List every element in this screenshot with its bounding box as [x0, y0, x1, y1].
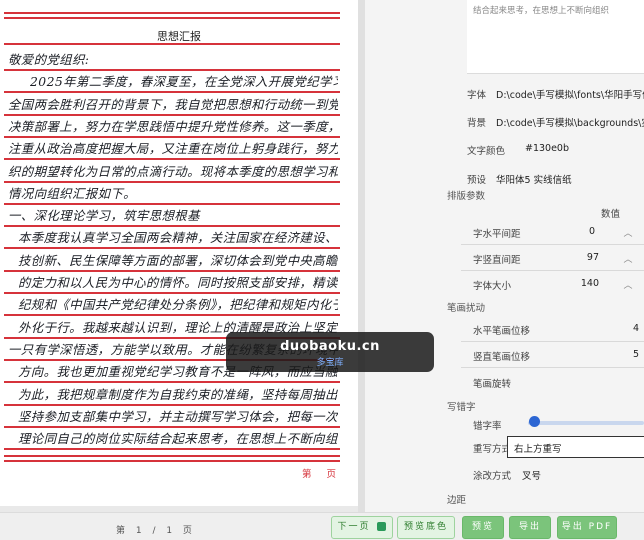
- preview-button[interactable]: 预览: [462, 516, 504, 539]
- rule-line: [4, 12, 340, 14]
- font-path-field[interactable]: D:\code\手写模拟\fonts\华阳手写体.ttf: [496, 87, 644, 101]
- rule-line: [4, 403, 340, 406]
- typo-rate-slider-thumb[interactable]: [528, 416, 540, 427]
- rule-line: [4, 202, 340, 205]
- export-pdf-button[interactable]: 导出 PDF: [557, 516, 617, 539]
- overwrite-select[interactable]: 右上方重写: [507, 436, 644, 458]
- text-input-area[interactable]: 结合起来思考，在思想上不断向组织: [467, 0, 644, 74]
- rule-line: [4, 381, 340, 384]
- export-button[interactable]: 导出: [509, 516, 551, 539]
- bottom-toolbar: 第 1 / 1 页 下一页 预览底色 预览 导出 导出 PDF: [0, 512, 644, 540]
- handwritten-line: 2025年第二季度，春深夏至，在全党深入开展党纪学习教育、: [30, 74, 338, 90]
- handwritten-line: 纪规和《中国共产党纪律处分条例》，把纪律和规矩内化于心、: [18, 297, 338, 313]
- layout-section-title: 排版参数: [447, 191, 486, 202]
- divider: [461, 270, 644, 271]
- preset-select[interactable]: 华阳体5 实线信纸: [496, 172, 572, 186]
- divider: [461, 367, 644, 368]
- next-arrow-icon: [377, 522, 387, 531]
- handwritten-line: 情况向组织汇报如下。: [8, 185, 136, 201]
- rule-line: [4, 455, 340, 457]
- page-indicator: 第 1 / 1 页: [116, 526, 196, 536]
- rule-line: [4, 269, 340, 272]
- rule-line: [4, 43, 340, 45]
- rule-line: [4, 91, 340, 94]
- typo-rate-label: 错字率: [473, 421, 502, 432]
- h-offset-label: 水平笔画位移: [473, 326, 531, 337]
- text-color-field[interactable]: #130e0b: [525, 143, 569, 154]
- v-spacing-input[interactable]: 97: [569, 252, 599, 263]
- handwritten-line: 织的期望转化为日常的点滴行动。现将本季度的思想学习和工作: [8, 163, 338, 179]
- background-label: 背景: [467, 118, 487, 129]
- typo-rate-slider-track[interactable]: [528, 421, 644, 425]
- background-path-field[interactable]: D:\code\手写模拟\backgrounds\实线信纸.png: [496, 115, 644, 129]
- preset-label: 预设: [467, 175, 487, 186]
- divider: [461, 341, 644, 342]
- handwritten-line: 全国两会胜利召开的背景下，我自觉把思想和行动统一到党中央: [8, 96, 338, 112]
- font-size-label: 字体大小: [473, 281, 512, 292]
- v-offset-label: 竖直笔画位移: [473, 352, 531, 363]
- font-label: 字体: [467, 90, 487, 101]
- handwritten-line: 的定力和以人民为中心的情怀。同时按照支部安排，精读学习党: [18, 275, 338, 290]
- chevron-up-icon[interactable]: ︿: [622, 252, 634, 265]
- preview-background-button[interactable]: 预览底色: [397, 516, 455, 539]
- chevron-up-icon[interactable]: ︿: [622, 226, 634, 239]
- handwritten-line: 为此，我把规章制度作为自我约束的准绳，坚持每周抽出时间: [18, 386, 338, 402]
- h-offset-input[interactable]: 4: [609, 323, 639, 334]
- rule-line: [4, 17, 340, 19]
- watermark-subtext: 多宝库: [316, 358, 344, 368]
- rule-line: [4, 113, 340, 116]
- typo-section-title: 写错字: [447, 402, 476, 413]
- strike-label: 涂改方式: [473, 471, 512, 482]
- next-page-button[interactable]: 下一页: [331, 516, 393, 539]
- rule-line: [4, 292, 340, 294]
- handwritten-line: 注重从政治高度把握大局，又注重在岗位上躬身践行，努力把组: [8, 141, 338, 157]
- handwritten-line: 敬爱的党组织:: [8, 52, 90, 67]
- rule-line: [4, 180, 340, 183]
- text-input-content: 结合起来思考，在思想上不断向组织: [473, 6, 610, 16]
- paper-title: 思想汇报: [157, 30, 201, 43]
- rule-line: [4, 460, 340, 462]
- chevron-up-icon[interactable]: ︿: [622, 278, 634, 291]
- preview-pane: 思想汇报 敬爱的党组织: 2025年第二季度，春深夏至，在全党深入开展党纪学习教育…: [0, 0, 365, 512]
- value-column-header: 数值: [601, 209, 621, 220]
- rule-line: [4, 69, 340, 71]
- handwritten-line: 技创新、民生保障等方面的部署，深切体会到党中央高瞻远瞩: [18, 252, 338, 268]
- rule-line: [4, 158, 340, 161]
- overwrite-label: 重写方式: [473, 444, 512, 455]
- app-window: 思想汇报 敬爱的党组织: 2025年第二季度，春深夏至，在全党深入开展党纪学习教育…: [0, 0, 644, 540]
- rule-line: [4, 135, 340, 138]
- divider: [461, 244, 644, 245]
- text-color-label: 文字颜色: [467, 146, 506, 157]
- rotation-label: 笔画旋转: [473, 379, 512, 390]
- handwritten-line: 一、深化理论学习，筑牢思想根基: [8, 208, 200, 224]
- v-spacing-label: 字竖直间距: [473, 255, 521, 266]
- rule-line: [4, 314, 340, 317]
- handwritten-line: 坚持参加支部集中学习，并主动撰写学习体会，把每一次学习: [18, 408, 338, 424]
- preview-scrollbar[interactable]: [358, 0, 365, 512]
- font-size-input[interactable]: 140: [569, 278, 599, 289]
- handwritten-line: 理论同自己的岗位实际结合起来思考，在思想上不断向组织靠拢。: [18, 431, 338, 447]
- rule-line: [4, 448, 340, 451]
- strike-select[interactable]: 叉号: [522, 468, 541, 482]
- next-page-label: 下一页: [337, 522, 371, 532]
- rule-line: [4, 225, 340, 228]
- margin-section-title: 边距: [447, 495, 467, 506]
- paper-preview: 思想汇报 敬爱的党组织: 2025年第二季度，春深夏至，在全党深入开展党纪学习教育…: [0, 0, 358, 506]
- rule-line: [4, 247, 340, 250]
- page-label: 第 页: [302, 469, 343, 480]
- h-spacing-label: 字水平间距: [473, 229, 521, 240]
- h-spacing-input[interactable]: 0: [565, 226, 595, 237]
- watermark-overlay: duobaoku.cn 多宝库: [226, 332, 434, 372]
- handwritten-line: 本季度我认真学习全国两会精神，关注国家在经济建设、科: [18, 230, 338, 246]
- handwritten-line: 决策部署上，努力在学思践悟中提升党性修养。这一季度，我既: [8, 118, 338, 134]
- stroke-section-title: 笔画扰动: [447, 303, 486, 314]
- settings-pane: 结合起来思考，在思想上不断向组织 字体 D:\code\手写模拟\fonts\华…: [365, 0, 644, 512]
- watermark-text: duobaoku.cn: [280, 339, 380, 354]
- v-offset-input[interactable]: 5: [609, 349, 639, 360]
- rule-line: [4, 425, 340, 428]
